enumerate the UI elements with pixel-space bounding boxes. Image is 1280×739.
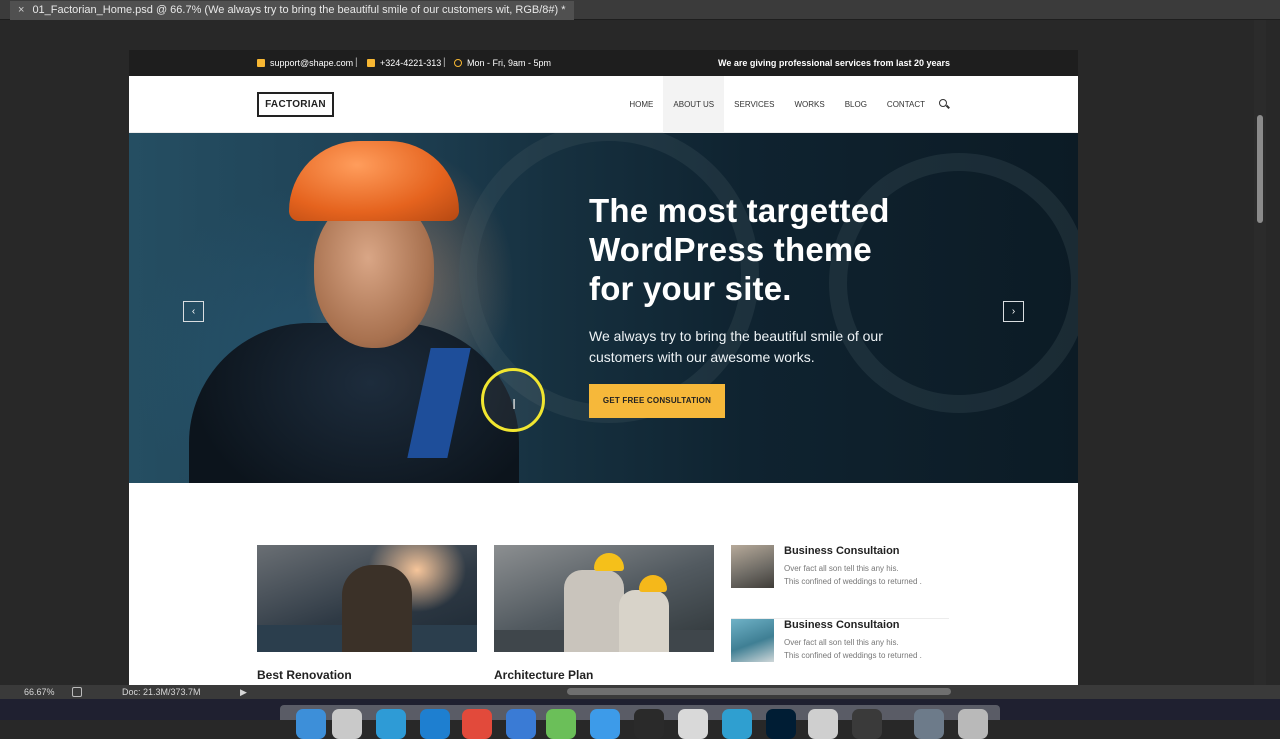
phone-icon (367, 59, 375, 67)
services-section: Best Renovation Architecture Plan Busine… (129, 483, 1078, 685)
horizontal-scrollbar[interactable] (567, 688, 951, 695)
topbar-email: support@shape.com (257, 58, 353, 68)
website-mockup: support@shape.com | +324-4221-313 | Mon … (129, 50, 1078, 685)
vertical-scrollbar[interactable] (1254, 20, 1266, 685)
list-item[interactable]: Business Consultaion Over fact all son t… (731, 619, 949, 685)
document-tab[interactable]: × 01_Factorian_Home.psd @ 66.7% (We alwa… (10, 1, 574, 20)
dock-app-icon[interactable] (296, 709, 326, 739)
list-item-thumbnail (731, 619, 774, 662)
nav-item-works[interactable]: WORKS (784, 76, 834, 133)
image-worker (342, 565, 412, 652)
service-card-title: Best Renovation (257, 668, 352, 682)
hero-subtext: We always try to bring the beautiful smi… (589, 328, 883, 365)
service-card-image (494, 545, 714, 652)
chevron-right-icon[interactable]: › (1003, 301, 1024, 322)
site-topbar: support@shape.com | +324-4221-313 | Mon … (129, 50, 1078, 76)
dock-app-icon[interactable] (506, 709, 536, 739)
zoom-level[interactable]: 66.67% (24, 685, 55, 699)
nav-item-services[interactable]: SERVICES (724, 76, 784, 133)
hero-worker-helmet (289, 141, 459, 221)
topbar-separator: | (355, 57, 358, 68)
nav-item-contact[interactable]: CONTACT (877, 76, 935, 133)
dock-app-icon[interactable] (420, 709, 450, 739)
clock-icon (454, 59, 462, 67)
dock-app-icon[interactable] (462, 709, 492, 739)
document-tab-title: 01_Factorian_Home.psd @ 66.7% (We always… (32, 4, 566, 16)
topbar-email-text: support@shape.com (270, 58, 354, 68)
list-item-line: This confined of weddings to returned . (784, 577, 922, 586)
list-item-line: Over fact all son tell this any his. (784, 564, 899, 573)
dock-app-icon[interactable] (634, 709, 664, 739)
list-item-title: Business Consultaion (784, 619, 900, 631)
main-nav: HOME ABOUT US SERVICES WORKS BLOG CONTAC… (619, 76, 950, 133)
hero-headline: The most targetted WordPress theme for y… (589, 192, 890, 307)
search-icon[interactable] (939, 99, 950, 110)
dock-app-icon[interactable] (722, 709, 752, 739)
envelope-icon (257, 59, 265, 67)
dock-app-icon[interactable] (766, 709, 796, 739)
list-item-title: Business Consultaion (784, 545, 900, 557)
dock-app-icon[interactable] (958, 709, 988, 739)
list-item-line: This confined of weddings to returned . (784, 651, 922, 660)
image-helmet (639, 575, 667, 592)
status-menu-arrow[interactable]: ▶ (240, 685, 247, 699)
document-info: Doc: 21.3M/373.7M (122, 687, 201, 697)
mini-service-list: Business Consultaion Over fact all son t… (731, 545, 949, 685)
hero-worker-body (189, 323, 519, 483)
image-helmet (594, 553, 624, 571)
rotate-view-icon[interactable] (72, 687, 82, 697)
dock-app-icon[interactable] (376, 709, 406, 739)
chevron-left-icon[interactable]: ‹ (183, 301, 204, 322)
dock-app-icon[interactable] (852, 709, 882, 739)
dock-app-icon[interactable] (808, 709, 838, 739)
canvas-area[interactable]: support@shape.com | +324-4221-313 | Mon … (10, 20, 1254, 685)
nav-item-about-us[interactable]: ABOUT US (663, 76, 725, 133)
hero-slider: ‹ › The most targetted WordPress theme f… (129, 133, 1078, 483)
nav-item-home[interactable]: HOME (619, 76, 663, 133)
close-tab-icon[interactable]: × (18, 1, 24, 20)
list-item-thumbnail (731, 545, 774, 588)
macos-dock (0, 699, 1280, 739)
image-worker (564, 570, 624, 652)
site-navbar: FACTORIAN HOME ABOUT US SERVICES WORKS B… (129, 76, 1078, 133)
dock-app-icon[interactable] (914, 709, 944, 739)
text-cursor-icon: Ⅰ (512, 397, 517, 413)
vertical-scrollbar-thumb[interactable] (1257, 115, 1263, 223)
status-bar: 66.67% Doc: 21.3M/373.7M ▶ (0, 685, 1280, 699)
service-card[interactable]: Best Renovation (257, 545, 477, 682)
topbar-tagline: We are giving professional services from… (718, 58, 950, 68)
dock-app-icon[interactable] (678, 709, 708, 739)
topbar-separator: | (443, 57, 446, 68)
topbar-phone: +324-4221-313 (367, 58, 441, 68)
nav-item-blog[interactable]: BLOG (835, 76, 877, 133)
document-tab-bar: × 01_Factorian_Home.psd @ 66.7% (We alwa… (0, 0, 1280, 20)
service-card[interactable]: Architecture Plan (494, 545, 714, 682)
topbar-phone-text: +324-4221-313 (380, 58, 442, 68)
dock-app-icon[interactable] (590, 709, 620, 739)
list-item-line: Over fact all son tell this any his. (784, 638, 899, 647)
site-logo[interactable]: FACTORIAN (257, 92, 334, 117)
cta-button[interactable]: GET FREE CONSULTATION (589, 384, 725, 418)
image-worker (619, 590, 669, 652)
service-card-title: Architecture Plan (494, 668, 594, 682)
service-card-image (257, 545, 477, 652)
topbar-hours-text: Mon - Fri, 9am - 5pm (467, 58, 552, 68)
dock-app-icon[interactable] (546, 709, 576, 739)
topbar-hours: Mon - Fri, 9am - 5pm (454, 58, 551, 68)
hero-text: The most targetted WordPress theme for y… (589, 191, 919, 368)
dock-app-icon[interactable] (332, 709, 362, 739)
list-item[interactable]: Business Consultaion Over fact all son t… (731, 545, 949, 619)
